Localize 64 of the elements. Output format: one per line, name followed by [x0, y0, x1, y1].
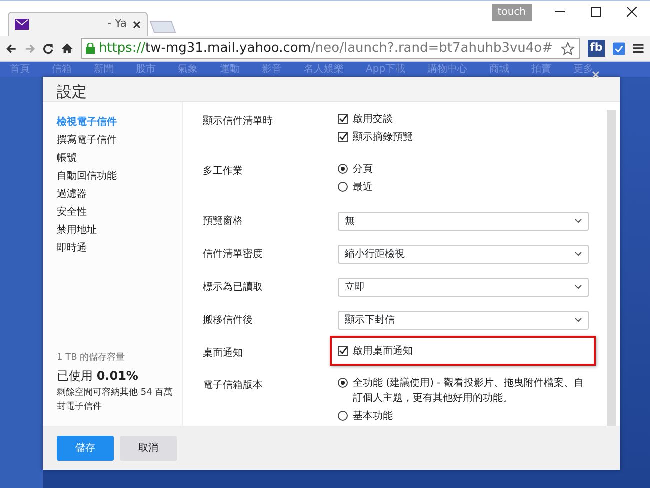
lock-icon: [86, 43, 95, 54]
dialog-title: 設定: [43, 77, 620, 102]
menu-icon[interactable]: [633, 43, 644, 54]
checkbox[interactable]: [338, 114, 348, 124]
radio-button[interactable]: [338, 164, 348, 174]
option-label: 啟用交談: [353, 112, 393, 127]
envelope-icon: [15, 19, 29, 30]
url-text: https://tw-mg31.mail.yahoo.com/neo/launch?.rand=bt7ahuhb3vu4o#: [98, 40, 554, 58]
star-icon[interactable]: [561, 42, 576, 56]
setting-label: 標示為已讀取: [203, 280, 264, 295]
chevron-down-icon: [575, 318, 582, 323]
setting-label: 多工作業: [203, 164, 244, 179]
setting-label: 信件清單密度: [203, 248, 264, 262]
dropdown-value: 顯示下封信: [345, 314, 395, 328]
dropdown[interactable]: 顯示下封信: [338, 311, 589, 330]
dropdown[interactable]: 縮小行距檢視: [338, 245, 589, 264]
maximize-icon[interactable]: [591, 7, 601, 17]
close-icon[interactable]: [133, 20, 141, 28]
radio-button[interactable]: [338, 378, 348, 388]
radio-button[interactable]: [338, 411, 348, 421]
address-bar[interactable]: https://tw-mg31.mail.yahoo.com/neo/launch?.rand=bt7ahuhb3vu4o#: [80, 38, 580, 59]
radio-button[interactable]: [338, 182, 348, 192]
dropdown[interactable]: 立即: [338, 278, 589, 297]
tab-title: - Ya: [106, 16, 127, 32]
dropdown-value: 無: [345, 215, 355, 229]
back-icon[interactable]: [6, 44, 17, 54]
option-label: 顯示摘錄預覽: [353, 130, 413, 145]
sidebar-item[interactable]: 安全性: [57, 204, 182, 222]
checkbox[interactable]: [338, 346, 348, 356]
option-label: 啟用桌面通知: [353, 344, 413, 359]
home-icon[interactable]: [62, 43, 73, 54]
dropdown[interactable]: 無: [338, 212, 589, 231]
chevron-down-icon: [575, 252, 582, 257]
sidebar-item[interactable]: 帳號: [57, 150, 182, 168]
checkmark-icon[interactable]: [612, 42, 626, 56]
sidebar-item[interactable]: 自動回信功能: [57, 168, 182, 186]
cancel-button[interactable]: 取消: [120, 436, 177, 460]
reload-icon[interactable]: [43, 42, 54, 54]
close-icon[interactable]: [627, 7, 637, 17]
storage-remaining: 剩餘空間可容納其他 54 百萬封電子信件: [57, 387, 174, 414]
touch-badge: touch: [492, 4, 532, 20]
setting-label: 桌面通知: [203, 346, 244, 361]
browser-tab[interactable]: - Ya: [8, 12, 148, 36]
option-label: 基本功能: [353, 410, 393, 424]
option-label: 全功能 (建議使用) - 觀看投影片、拖曳附件檔案、自訂個人主題，更有其他好用的功能。: [353, 376, 585, 406]
storage-capacity: 1 TB 的儲存容量: [57, 352, 126, 364]
dropdown-value: 縮小行距檢視: [345, 248, 405, 262]
extension-button[interactable]: fb: [588, 40, 605, 57]
sidebar-item[interactable]: 過濾器: [57, 186, 182, 204]
setting-label: 搬移信件後: [203, 314, 254, 328]
option-label: 分頁: [353, 163, 373, 177]
chevron-down-icon: [575, 285, 582, 290]
sidebar-item[interactable]: 撰寫電子信件: [57, 132, 182, 150]
scrollbar[interactable]: [607, 110, 616, 426]
sidebar-item[interactable]: 即時通: [57, 240, 182, 258]
sidebar-item[interactable]: 禁用地址: [57, 222, 182, 240]
checkbox[interactable]: [338, 132, 348, 142]
option-label: 最近: [353, 180, 373, 195]
setting-label: 預覽窗格: [203, 214, 244, 229]
dropdown-value: 立即: [345, 280, 365, 295]
setting-label: 顯示信件清單時: [203, 114, 274, 129]
setting-label: 電子信箱版本: [203, 378, 264, 393]
storage-used: 已使用 0.01%: [57, 368, 140, 385]
chevron-down-icon: [575, 219, 582, 224]
